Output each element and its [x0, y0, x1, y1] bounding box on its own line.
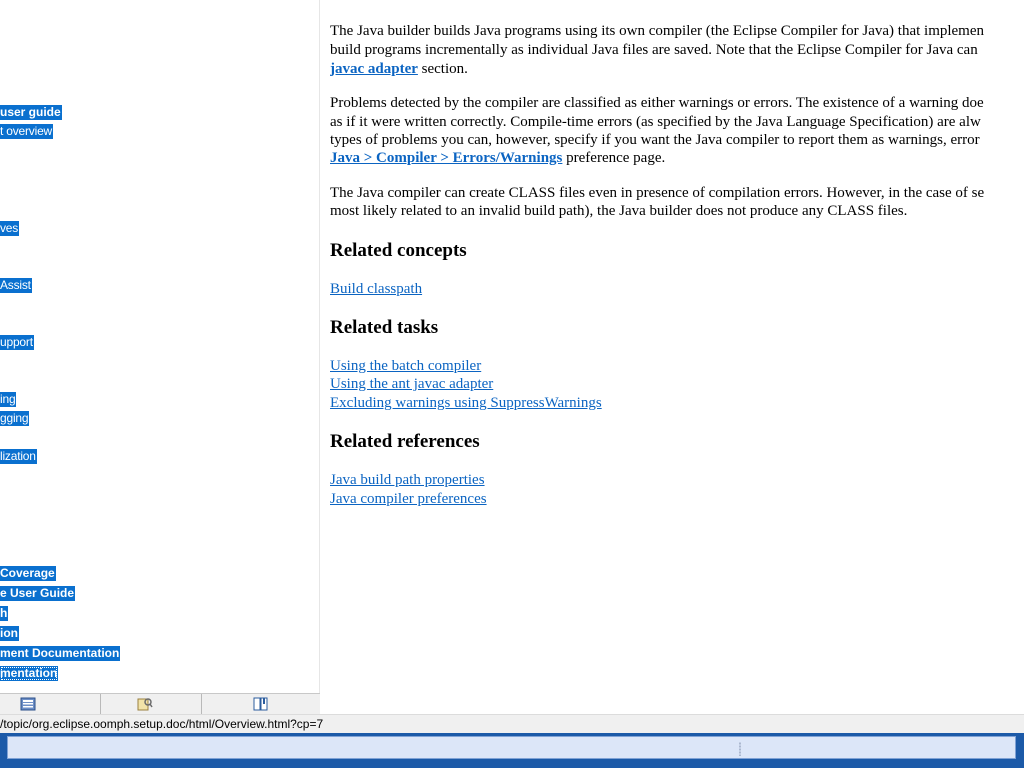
- nav-item-ing[interactable]: ing: [0, 392, 17, 407]
- tab-bookmarks[interactable]: [202, 694, 302, 715]
- paragraph-java-builder-line1: The Java builder builds Java programs us…: [330, 23, 985, 39]
- taskbar-toolbar-field[interactable]: [7, 736, 1016, 759]
- heading-related-references: Related references: [330, 431, 480, 452]
- help-topic-content: The Java builder builds Java programs us…: [330, 0, 1024, 714]
- link-batch-compiler[interactable]: Using the batch compiler: [330, 357, 481, 376]
- text-preference-page: preference page.: [562, 150, 666, 166]
- link-build-classpath[interactable]: Build classpath: [330, 280, 422, 299]
- status-url-text: /topic/org.eclipse.oomph.setup.doc/html/…: [0, 717, 324, 731]
- paragraph-java-builder-line3: javac adapter section.: [330, 60, 1024, 79]
- tab-search-results[interactable]: [101, 694, 202, 715]
- link-ant-javac-adapter[interactable]: Using the ant javac adapter: [330, 375, 493, 394]
- paragraph-java-builder-line2: build programs incrementally as individu…: [330, 42, 978, 58]
- link-compiler-preferences[interactable]: Java compiler preferences: [330, 490, 487, 509]
- nav-item-ves[interactable]: ves: [0, 221, 20, 236]
- nav-item-documentation[interactable]: mentation: [0, 666, 59, 681]
- link-javac-adapter[interactable]: javac adapter: [330, 61, 418, 77]
- paragraph-problems-line1: Problems detected by the compiler are cl…: [330, 95, 984, 111]
- search-results-icon: [137, 698, 153, 711]
- nav-view-tabs: [0, 693, 320, 715]
- nav-item-coverage[interactable]: Coverage: [0, 566, 56, 581]
- heading-related-tasks: Related tasks: [330, 317, 439, 338]
- nav-item-debugging[interactable]: gging: [0, 411, 30, 426]
- heading-related-concepts: Related concepts: [330, 240, 467, 261]
- nav-item-user-guide-2[interactable]: e User Guide: [0, 586, 76, 601]
- bookmarks-icon: [253, 697, 268, 711]
- paragraph-class-files-line2: most likely related to an invalid build …: [330, 203, 908, 219]
- paragraph-problems-line4: Java > Compiler > Errors/Warnings prefer…: [330, 149, 1024, 168]
- nav-item-assist[interactable]: Assist: [0, 278, 32, 293]
- paragraph-class-files-line1: The Java compiler can create CLASS files…: [330, 185, 985, 201]
- nav-item-ion[interactable]: ion: [0, 626, 19, 641]
- taskbar: [0, 733, 1024, 768]
- paragraph-problems-line3: types of problems you can, however, spec…: [330, 132, 980, 148]
- status-bar-url: /topic/org.eclipse.oomph.setup.doc/html/…: [0, 714, 1024, 734]
- toolbar-grip[interactable]: [739, 742, 741, 756]
- help-contents-tree[interactable]: user guide t overview ves Assist upport …: [0, 0, 320, 693]
- paragraph-problems-line2: as if it were written correctly. Compile…: [330, 114, 981, 130]
- nav-item-overview[interactable]: t overview: [0, 124, 54, 139]
- link-suppress-warnings[interactable]: Excluding warnings using SuppressWarning…: [330, 394, 602, 413]
- nav-item-development-documentation[interactable]: ment Documentation: [0, 646, 121, 661]
- nav-item-localization[interactable]: lization: [0, 449, 37, 464]
- nav-item-user-guide[interactable]: user guide: [0, 105, 62, 120]
- link-errors-warnings-prefs[interactable]: Java > Compiler > Errors/Warnings: [330, 150, 562, 166]
- link-build-path-properties[interactable]: Java build path properties: [330, 471, 485, 490]
- contents-icon: [20, 697, 36, 711]
- text-section: section.: [417, 61, 468, 77]
- nav-item-support[interactable]: upport: [0, 335, 34, 350]
- tab-contents[interactable]: [0, 694, 101, 715]
- nav-item-h[interactable]: h: [0, 606, 9, 621]
